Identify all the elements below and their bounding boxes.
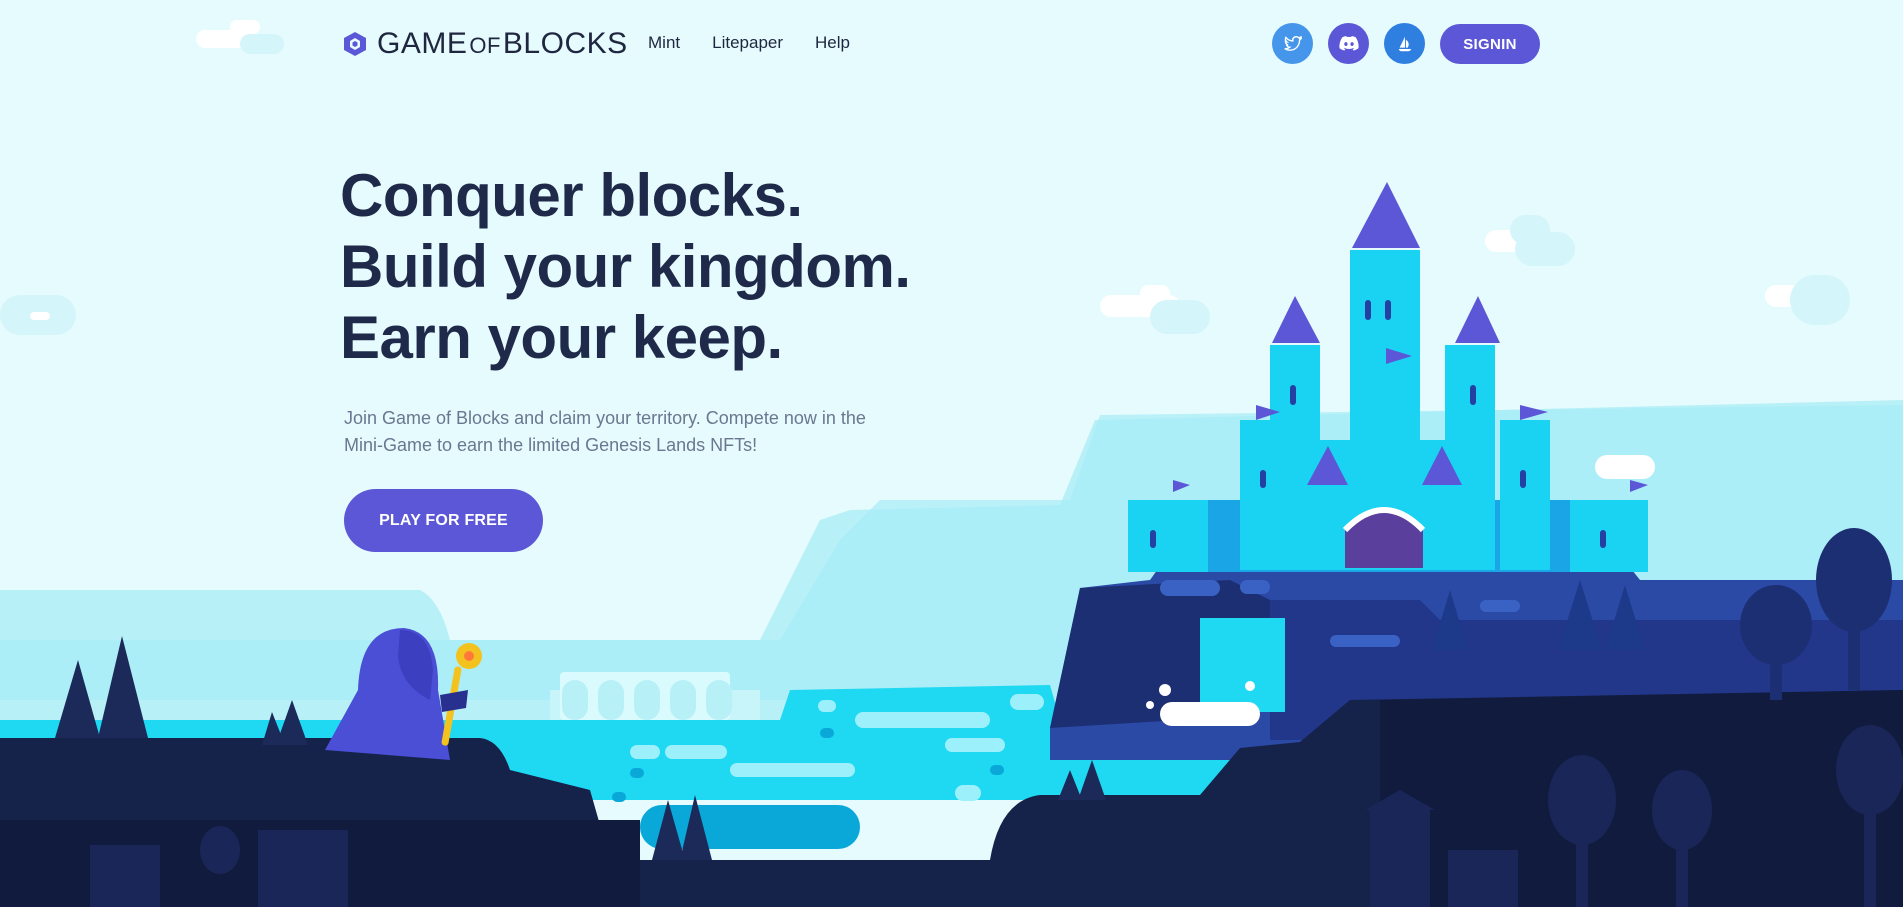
discord-icon [1338, 36, 1359, 51]
hero-title-line-1: Conquer blocks. [340, 162, 803, 229]
opensea-button[interactable] [1384, 23, 1425, 64]
hero-title: Conquer blocks. Build your kingdom. Earn… [340, 160, 911, 373]
twitter-icon [1283, 35, 1302, 51]
brand-name-part2: OF [469, 33, 501, 58]
nav-link-litepaper[interactable]: Litepaper [712, 33, 783, 53]
main-menu: Mint Litepaper Help [648, 33, 882, 53]
hero-illustration [0, 20, 1903, 907]
cloud [1595, 455, 1655, 479]
twitter-button[interactable] [1272, 23, 1313, 64]
cloud [0, 295, 76, 335]
cloud [1765, 275, 1850, 325]
play-for-free-button[interactable]: PLAY FOR FREE [344, 489, 543, 552]
hero-title-line-3: Earn your keep. [340, 304, 783, 371]
hero-title-line-2: Build your kingdom. [340, 233, 911, 300]
logo-hexagon-icon [344, 32, 366, 56]
cloud [1485, 215, 1575, 266]
logo-link[interactable]: GAME OF BLOCKS [343, 27, 628, 61]
hero-subtitle: Join Game of Blocks and claim your terri… [344, 408, 866, 455]
cloud [1100, 285, 1210, 334]
brand-name-part1: GAME [377, 27, 468, 60]
opensea-icon [1398, 36, 1411, 51]
waterfall [1200, 618, 1285, 712]
signin-button[interactable]: SIGNIN [1440, 24, 1540, 64]
discord-button[interactable] [1328, 23, 1369, 64]
top-nav: GAME OF BLOCKS Mint Litepaper Help SIGNI… [0, 0, 1903, 88]
nav-link-help[interactable]: Help [815, 33, 850, 53]
brand-wordmark: GAME OF BLOCKS [377, 27, 628, 61]
brand-name-part3: BLOCKS [502, 27, 628, 60]
nav-link-mint[interactable]: Mint [648, 33, 680, 53]
